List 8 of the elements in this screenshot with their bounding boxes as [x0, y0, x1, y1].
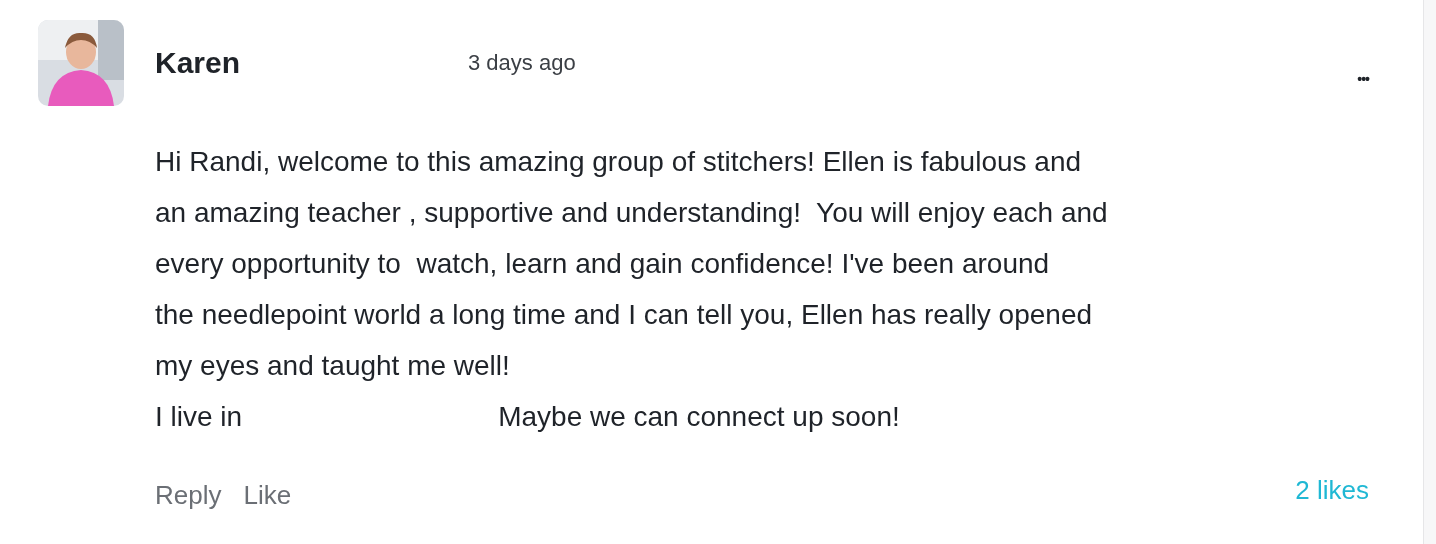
author-name[interactable]: Karen: [155, 39, 468, 85]
more-button[interactable]: •••: [1357, 72, 1369, 86]
comment-text: Hi Randi, welcome to this amazing group of stitchers! Ellen is fabulous and an amazing teacher , supportive and understanding! You will enjoy each and every opportunity to watch, learn and gain confidence! I've been around the needlepoint world a long time and I can tell you, Ellen has really opened my eyes and taught me well!: [155, 145, 1109, 383]
timestamp: 3 days ago: [468, 48, 576, 77]
like-link[interactable]: Like: [243, 476, 292, 515]
comment-text: I live in: [155, 400, 243, 434]
reply-link[interactable]: Reply: [155, 476, 222, 515]
comment-text: Maybe we can connect up soon!: [498, 400, 900, 434]
